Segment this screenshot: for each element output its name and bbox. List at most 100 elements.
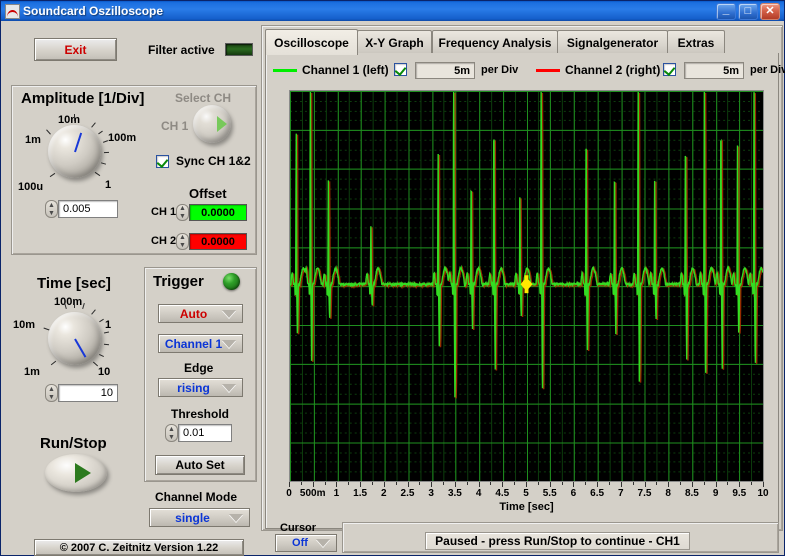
auto-set-button[interactable]: Auto Set — [155, 455, 245, 475]
cursor-combo[interactable]: Off — [275, 534, 337, 552]
oscilloscope-plot[interactable] — [289, 90, 764, 482]
time-spinner[interactable]: ▲ ▼ — [45, 384, 58, 402]
close-icon: ✕ — [765, 4, 775, 17]
x-axis-tick — [691, 482, 693, 487]
minimize-button[interactable]: _ — [716, 2, 736, 20]
oscilloscope-canvas[interactable] — [290, 91, 763, 482]
chevron-down-icon — [222, 339, 236, 348]
amplitude-knob-label-100u: 100u — [18, 181, 44, 193]
time-knob-needle — [73, 338, 86, 358]
x-axis-minor-tick — [371, 482, 373, 485]
amplitude-value-field[interactable]: 0.005 — [58, 200, 118, 218]
select-ch-knob-pointer — [217, 116, 227, 132]
tab-signalgenerator[interactable]: Signalgenerator — [557, 30, 668, 54]
sync-ch-checkbox[interactable] — [156, 155, 169, 168]
run-stop-button[interactable] — [45, 454, 107, 492]
trigger-mode-combo[interactable]: Auto — [158, 304, 243, 323]
copyright-label: © 2007 C. Zeitnitz Version 1.22 — [34, 539, 244, 556]
x-axis-minor-tick — [514, 482, 516, 485]
x-axis-minor-tick — [561, 482, 563, 485]
tab-oscilloscope[interactable]: Oscilloscope — [265, 29, 358, 55]
x-axis-tick — [336, 482, 338, 487]
tab-frequency-analysis[interactable]: Frequency Analysis — [432, 30, 558, 54]
maximize-button[interactable]: □ — [738, 2, 758, 20]
x-axis-tick — [312, 482, 314, 487]
offset-ch1-field[interactable]: 0.0000 — [189, 204, 247, 221]
offset-ch1-spinner[interactable]: ▲ ▼ — [176, 204, 189, 221]
amplitude-knob-label-1m: 1m — [25, 134, 41, 146]
trigger-threshold-field[interactable]: 0.01 — [178, 424, 232, 442]
x-axis-title: Time [sec] — [499, 501, 554, 513]
trigger-threshold-label: Threshold — [171, 407, 230, 421]
status-message: Paused - press Run/Stop to continue - CH… — [425, 532, 690, 550]
x-axis-minor-tick — [419, 482, 421, 485]
filter-active-led — [225, 43, 253, 56]
x-axis-tick — [526, 482, 527, 487]
time-knob-label-10m: 10m — [13, 319, 36, 331]
application-window: Soundcard Oszilloscope _ □ ✕ Exit Filter… — [0, 0, 785, 556]
x-axis-minor-tick — [656, 482, 658, 485]
chevron-down-icon — [316, 539, 330, 547]
cursor-value: Off — [292, 537, 308, 549]
time-value-field[interactable]: 10 — [58, 384, 118, 402]
x-axis-tick — [454, 482, 456, 487]
channel-2-checkbox[interactable] — [663, 63, 676, 76]
trigger-source-value: Channel 1 — [164, 336, 223, 351]
x-axis-tick — [644, 482, 646, 487]
time-knob[interactable] — [48, 312, 101, 365]
time-knob-label-1m: 1m — [24, 366, 40, 378]
channel-1-checkbox[interactable] — [394, 63, 407, 76]
channel-1-label: Channel 1 (left) — [302, 63, 389, 77]
filter-active-label: Filter active — [148, 43, 215, 57]
title-bar: Soundcard Oszilloscope _ □ ✕ — [1, 1, 784, 21]
channel-2-per-div-field[interactable]: 5m — [684, 62, 744, 79]
x-axis-minor-tick — [703, 482, 705, 485]
window-controls: _ □ ✕ — [716, 2, 782, 20]
trigger-edge-label: Edge — [184, 361, 214, 375]
time-knob-label-100m: 100m — [54, 296, 83, 308]
trigger-title: Trigger — [153, 273, 204, 290]
trigger-edge-combo[interactable]: rising — [158, 378, 243, 397]
amplitude-title: Amplitude [1/Div] — [21, 90, 145, 107]
amplitude-knob-label-1: 1 — [105, 179, 112, 191]
amplitude-spinner[interactable]: ▲ ▼ — [45, 200, 58, 218]
x-axis-minor-tick — [751, 482, 753, 485]
offset-title: Offset — [189, 186, 227, 201]
chevron-down-icon — [222, 383, 236, 392]
channel-mode-label: Channel Mode — [155, 490, 238, 504]
close-button[interactable]: ✕ — [760, 2, 780, 20]
x-axis-minor-tick — [490, 482, 492, 485]
x-axis-tick — [360, 482, 362, 487]
x-axis-tick — [549, 482, 551, 487]
x-axis-minor-tick — [632, 482, 634, 485]
x-axis-minor-tick — [680, 482, 682, 485]
channel-2-per-div-label: per Div — [750, 64, 785, 76]
maximize-icon: □ — [744, 4, 752, 17]
amplitude-knob-label-100m: 100m — [108, 132, 137, 144]
chevron-down-icon — [222, 309, 236, 318]
offset-ch2-spinner[interactable]: ▲ ▼ — [176, 233, 189, 250]
channel-2-color-swatch — [536, 69, 560, 72]
channel-mode-value: single — [175, 510, 210, 525]
channel-mode-combo[interactable]: single — [149, 508, 250, 527]
x-axis-minor-tick — [585, 482, 587, 485]
trigger-threshold-spinner[interactable]: ▲ ▼ — [165, 424, 178, 442]
run-stop-label: Run/Stop — [40, 435, 107, 452]
select-ch-knob[interactable] — [193, 105, 231, 143]
app-waveform-icon — [5, 3, 20, 19]
exit-button[interactable]: Exit — [34, 38, 117, 61]
x-axis-tick — [620, 482, 622, 487]
window-title: Soundcard Oszilloscope — [23, 4, 164, 18]
trigger-source-combo[interactable]: Channel 1 — [158, 334, 243, 353]
x-axis-tick — [407, 482, 409, 487]
channel-2-label: Channel 2 (right) — [565, 63, 661, 77]
tab-extras[interactable]: Extras — [667, 30, 725, 54]
x-axis-tick — [668, 482, 670, 487]
x-axis-tick — [502, 482, 504, 487]
tab-xy-graph[interactable]: X-Y Graph — [357, 30, 432, 54]
channel-1-per-div-field[interactable]: 5m — [415, 62, 475, 79]
x-axis-minor-tick — [300, 482, 302, 485]
amplitude-knob[interactable] — [48, 125, 101, 178]
offset-ch2-field[interactable]: 0.0000 — [189, 233, 247, 250]
x-axis-tick — [763, 482, 764, 487]
